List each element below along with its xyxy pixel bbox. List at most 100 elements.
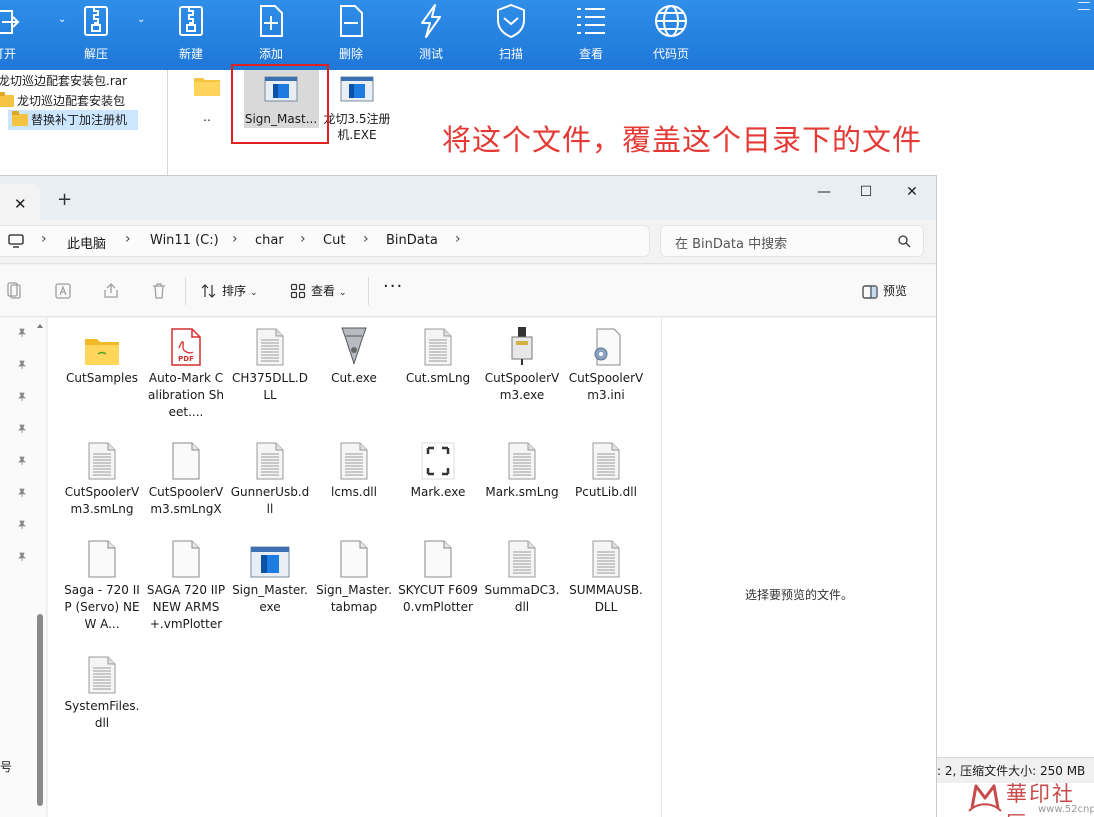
archive-item-keygen[interactable]: 龙切3.5注册机.EXE [317,76,397,143]
copy-icon[interactable] [6,282,24,300]
preview-pane-button[interactable]: 预览 [862,281,907,301]
sort-label: 排序 [222,284,247,298]
archive-folder-tree: 龙切巡边配套安装包.rar 龙切巡边配套安装包 替换补丁加注册机 [0,70,168,178]
pin-icon[interactable] [17,392,27,402]
file-item[interactable]: Mark.smLng [482,436,562,501]
file-item[interactable]: Saga - 720 IIP (Servo) NEW A... [62,534,142,633]
file-item[interactable]: SAGA 720 IIP NEW ARMS+.vmPlotter [146,534,226,633]
toolbar-scan-button[interactable]: 扫描 [481,0,541,70]
close-window-icon[interactable]: ✕ [902,182,922,202]
search-input[interactable]: 在 BinData 中搜索 [660,225,924,257]
file-item[interactable]: PcutLib.dll [566,436,646,501]
toolbar-open-label: 打开 [0,47,17,61]
file-item[interactable]: PDF Auto-Mark Calibration Sheet.... [146,322,226,421]
breadcrumb-cut[interactable]: Cut [323,233,345,248]
toolbar-extract-button[interactable]: 解压 [66,0,126,70]
file-name: Mark.exe [410,485,466,499]
sort-icon [201,284,216,298]
document-icon [566,534,646,578]
sort-button[interactable]: 排序 ⌄ [201,281,258,301]
minimize-icon[interactable]: — [814,182,834,202]
tree-item-package[interactable]: 龙切巡边配套安装包 [0,91,125,111]
toolbar-add-label: 添加 [258,47,283,61]
file-item[interactable]: Sign_Master.tabmap [314,534,394,616]
file-name: CutSpoolerVm3.smLng [64,485,140,516]
shield-icon [497,3,525,39]
pin-icon[interactable] [17,360,27,370]
file-item[interactable]: Cut.exe [314,322,394,387]
navigation-pane: 号 [0,318,47,817]
file-item[interactable]: SUMMAUSB.DLL [566,534,646,616]
blank-file-icon [62,534,142,578]
preview-pane-icon [862,285,878,299]
close-tab-icon[interactable]: ✕ [14,195,27,213]
toolbar-codepage-button[interactable]: 代码页 [641,0,701,70]
file-name: Sign_Master.exe [232,583,308,614]
toolbar-new-button[interactable]: 新建 [161,0,221,70]
more-options-button[interactable]: ··· [383,276,403,297]
document-icon [314,436,394,480]
tree-item-patch-folder[interactable]: 替换补丁加注册机 [8,110,138,130]
breadcrumb-drive[interactable]: Win11 (C:) [150,233,219,248]
file-name: PcutLib.dll [575,485,637,499]
explorer-tab[interactable]: ✕ [0,184,40,220]
globe-icon [655,5,687,37]
file-item[interactable]: CutSpoolerVm3.exe [482,322,562,404]
file-name: Sign_Master.tabmap [316,583,392,614]
window-menu-icon[interactable] [1078,2,1090,10]
file-name: SystemFiles.dll [64,699,140,730]
annotation-text: 将这个文件，覆盖这个目录下的文件 [442,123,923,157]
toolbar-new-label: 新建 [178,47,203,61]
breadcrumb-char[interactable]: char [255,233,284,248]
pin-icon[interactable] [17,328,27,338]
plotter-icon [482,322,562,366]
file-name: Auto-Mark Calibration Sheet.... [148,371,224,419]
maximize-icon[interactable]: ☐ [856,182,876,202]
file-item[interactable]: CutSamples [62,322,142,387]
extract-dropdown-arrow[interactable]: ⌄ [137,14,145,25]
document-icon [230,436,310,480]
new-tab-button[interactable]: + [57,191,72,209]
file-item[interactable]: CH375DLL.DLL [230,322,310,404]
file-item[interactable]: lcms.dll [314,436,394,501]
nav-item-label[interactable]: 号 [0,758,12,775]
file-item[interactable]: CutSpoolerVm3.smLng [62,436,142,518]
share-icon[interactable] [102,282,120,300]
breadcrumb-this-pc[interactable]: 此电脑 [67,233,106,252]
nav-scrollbar[interactable] [36,322,44,816]
document-icon [62,650,142,694]
scroll-up-icon[interactable] [36,322,44,330]
pin-icon[interactable] [17,552,27,562]
file-name: Cut.exe [331,371,377,385]
file-item[interactable]: Cut.smLng [398,322,478,387]
open-icon [0,10,20,34]
file-item[interactable]: GunnerUsb.dll [230,436,310,518]
annotation-highlight-box [231,64,329,144]
file-item[interactable]: Sign_Master.exe [230,534,310,616]
scroll-thumb[interactable] [37,614,43,806]
toolbar-view-button[interactable]: 查看 [561,0,621,70]
breadcrumb-bindata[interactable]: BinData [386,233,438,248]
view-button[interactable]: 查看 ⌄ [290,281,347,301]
watermark-logo-icon [968,784,1002,812]
file-item[interactable]: SummaDC3.dll [482,534,562,616]
toolbar-add-button[interactable]: 添加 [241,0,301,70]
file-item[interactable]: CutSpoolerVm3.ini [566,322,646,404]
pin-icon[interactable] [17,520,27,530]
document-icon [62,436,142,480]
file-item[interactable]: SKYCUT F6090.vmPlotter [398,534,478,616]
toolbar-delete-button[interactable]: 删除 [321,0,381,70]
file-item[interactable]: CutSpoolerVm3.smLngX [146,436,226,518]
file-item[interactable]: SystemFiles.dll [62,650,142,732]
trash-icon[interactable] [150,282,168,300]
pin-icon[interactable] [17,424,27,434]
tree-item-rar[interactable]: 龙切巡边配套安装包.rar [0,71,127,91]
pin-icon[interactable] [17,488,27,498]
pin-icon[interactable] [17,456,27,466]
file-item[interactable]: Mark.exe [398,436,478,501]
rename-icon[interactable] [54,282,72,300]
toolbar-test-button[interactable]: 测试 [401,0,461,70]
address-bar[interactable]: › 此电脑 › Win11 (C:) › char › Cut › BinDat… [0,225,650,257]
blank-file-icon [146,436,226,480]
toolbar-open-button[interactable]: 打开 [0,0,38,70]
